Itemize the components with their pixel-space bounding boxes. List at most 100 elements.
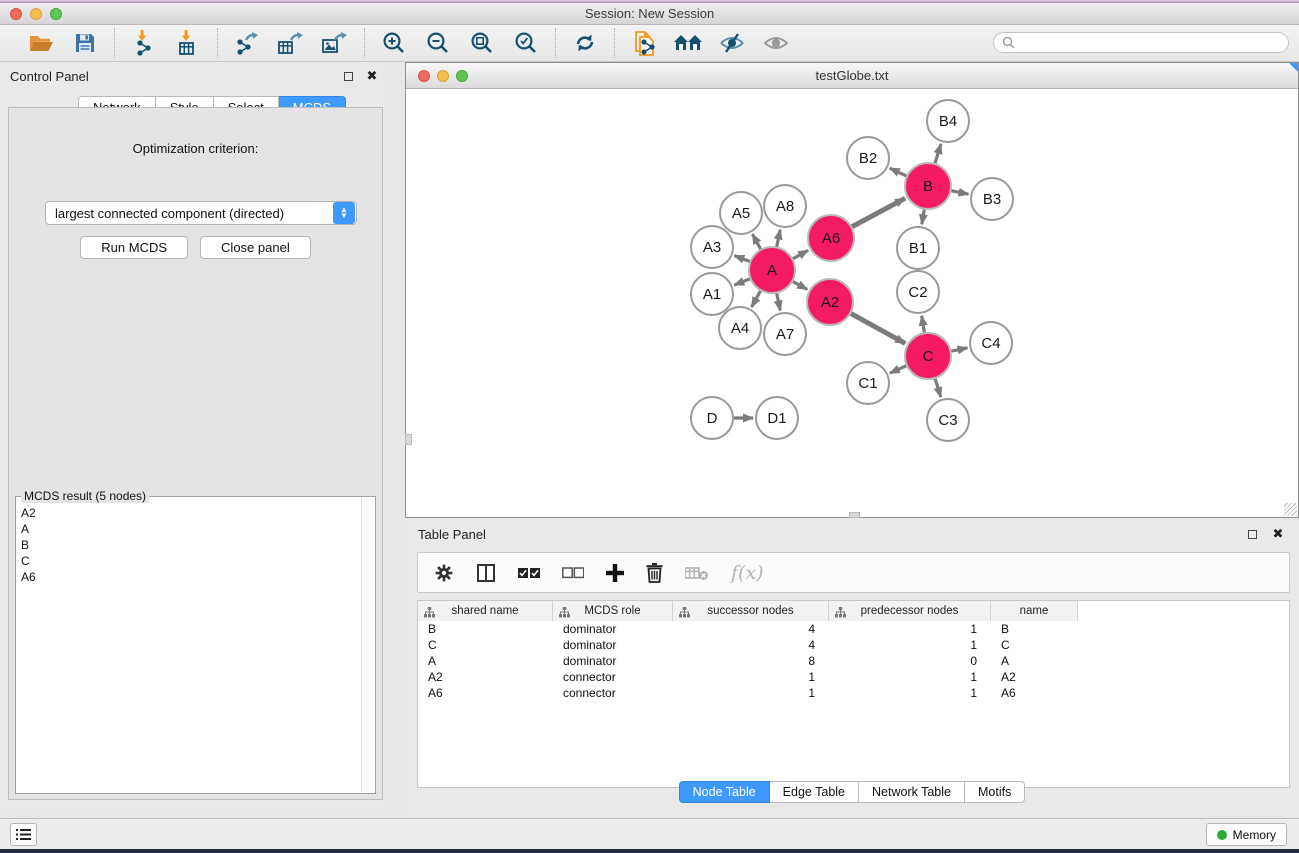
node-B[interactable]: B <box>905 163 951 209</box>
cell-MCDS-role[interactable]: dominator <box>553 637 673 653</box>
criterion-dropdown[interactable]: largest connected component (directed) ▲… <box>45 201 357 225</box>
cell-predecessor-nodes[interactable]: 1 <box>829 621 991 637</box>
resize-grip[interactable] <box>1284 503 1297 516</box>
edge-C-C2[interactable] <box>922 316 925 334</box>
node-B4[interactable]: B4 <box>927 100 969 142</box>
cell-shared-name[interactable]: B <box>418 621 553 637</box>
maximize-window-button[interactable] <box>50 8 62 20</box>
edge-B-B2[interactable] <box>890 168 907 176</box>
close-panel-icon[interactable]: ✖ <box>364 68 380 84</box>
network-close-button[interactable] <box>418 70 430 82</box>
tab-motifs[interactable]: Motifs <box>965 781 1025 803</box>
cell-MCDS-role[interactable]: connector <box>553 685 673 701</box>
node-A2[interactable]: A2 <box>807 279 853 325</box>
cell-MCDS-role[interactable]: dominator <box>553 653 673 669</box>
network-minimize-button[interactable] <box>437 70 449 82</box>
cell-predecessor-nodes[interactable]: 1 <box>829 669 991 685</box>
cell-predecessor-nodes[interactable]: 1 <box>829 637 991 653</box>
cell-predecessor-nodes[interactable]: 1 <box>829 685 991 701</box>
edge-B-B3[interactable] <box>951 191 969 195</box>
zoom-selected-icon[interactable] <box>511 28 541 58</box>
memory-button[interactable]: Memory <box>1206 823 1287 846</box>
table-row[interactable]: A2connector11A2 <box>418 669 1289 685</box>
add-icon[interactable] <box>606 564 624 582</box>
node-A7[interactable]: A7 <box>764 313 806 355</box>
cell-name[interactable]: B <box>991 621 1078 637</box>
table-row[interactable]: Adominator80A <box>418 653 1289 669</box>
edge-A-A1[interactable] <box>734 279 750 286</box>
result-node-item[interactable]: C <box>17 553 362 569</box>
node-B2[interactable]: B2 <box>847 137 889 179</box>
network-maximize-button[interactable] <box>456 70 468 82</box>
edge-C-C4[interactable] <box>951 348 968 352</box>
column-header-successor-nodes[interactable]: successor nodes <box>673 601 829 621</box>
save-session-icon[interactable] <box>70 28 100 58</box>
edge-A6-B[interactable] <box>851 198 905 227</box>
network-graph[interactable]: B4B2BB3A5A8A6A3B1AA1C2A2A4A7C4CC1DD1C3 <box>406 89 1298 517</box>
column-header-MCDS-role[interactable]: MCDS role <box>553 601 673 621</box>
result-scrollbar[interactable] <box>361 498 374 792</box>
edge-A-A5[interactable] <box>752 234 761 250</box>
node-table[interactable]: shared nameMCDS rolesuccessor nodesprede… <box>417 600 1290 788</box>
edge-A-A2[interactable] <box>792 281 807 289</box>
edge-A-A3[interactable] <box>734 256 750 262</box>
select-all-icon[interactable] <box>518 567 540 579</box>
tab-network-table[interactable]: Network Table <box>859 781 965 803</box>
refresh-icon[interactable] <box>570 28 600 58</box>
gear-icon[interactable] <box>434 563 454 583</box>
table-row[interactable]: A6connector11A6 <box>418 685 1289 701</box>
search-box[interactable] <box>993 32 1289 53</box>
export-network-icon[interactable] <box>232 28 262 58</box>
cell-shared-name[interactable]: C <box>418 637 553 653</box>
cell-shared-name[interactable]: A <box>418 653 553 669</box>
cell-name[interactable]: C <box>991 637 1078 653</box>
result-node-item[interactable]: B <box>17 537 362 553</box>
table-close-panel-icon[interactable]: ✖ <box>1270 526 1286 542</box>
zoom-fit-icon[interactable] <box>467 28 497 58</box>
cell-successor-nodes[interactable]: 1 <box>673 685 829 701</box>
node-D[interactable]: D <box>691 397 733 439</box>
edge-A2-C[interactable] <box>850 313 905 343</box>
vertical-scroll-thumb[interactable] <box>405 434 412 445</box>
close-panel-button[interactable]: Close panel <box>200 236 311 259</box>
cell-successor-nodes[interactable]: 4 <box>673 637 829 653</box>
edge-C-C3[interactable] <box>935 378 941 397</box>
node-A4[interactable]: A4 <box>719 307 761 349</box>
cell-MCDS-role[interactable]: dominator <box>553 621 673 637</box>
result-node-item[interactable]: A <box>17 521 362 537</box>
node-D1[interactable]: D1 <box>756 397 798 439</box>
houses-icon[interactable] <box>673 28 703 58</box>
node-A6[interactable]: A6 <box>808 215 854 261</box>
edge-A-A4[interactable] <box>752 290 761 307</box>
node-A8[interactable]: A8 <box>764 185 806 227</box>
columns-icon[interactable] <box>476 563 496 583</box>
cell-shared-name[interactable]: A6 <box>418 685 553 701</box>
edge-B-B4[interactable] <box>935 144 941 164</box>
node-A5[interactable]: A5 <box>720 192 762 234</box>
cell-successor-nodes[interactable]: 1 <box>673 669 829 685</box>
eye-icon[interactable] <box>761 28 791 58</box>
table-row[interactable]: Cdominator41C <box>418 637 1289 653</box>
node-A3[interactable]: A3 <box>691 226 733 268</box>
cell-shared-name[interactable]: A2 <box>418 669 553 685</box>
cell-name[interactable]: A2 <box>991 669 1078 685</box>
main-titlebar[interactable]: Session: New Session <box>0 3 1299 25</box>
node-C1[interactable]: C1 <box>847 362 889 404</box>
result-node-item[interactable]: A2 <box>17 505 362 521</box>
deselect-all-icon[interactable] <box>562 567 584 579</box>
horizontal-scroll-thumb[interactable] <box>849 512 860 518</box>
node-C2[interactable]: C2 <box>897 271 939 313</box>
float-panel-icon[interactable] <box>340 68 356 84</box>
cell-successor-nodes[interactable]: 4 <box>673 621 829 637</box>
node-C[interactable]: C <box>905 333 951 379</box>
node-A1[interactable]: A1 <box>691 273 733 315</box>
column-header-name[interactable]: name <box>991 601 1078 621</box>
open-file-icon[interactable] <box>26 28 56 58</box>
node-C4[interactable]: C4 <box>970 322 1012 364</box>
cell-MCDS-role[interactable]: connector <box>553 669 673 685</box>
edge-A-A7[interactable] <box>777 293 781 311</box>
export-image-icon[interactable] <box>320 28 350 58</box>
tab-node-table[interactable]: Node Table <box>679 781 770 803</box>
minimize-window-button[interactable] <box>30 8 42 20</box>
cell-predecessor-nodes[interactable]: 0 <box>829 653 991 669</box>
